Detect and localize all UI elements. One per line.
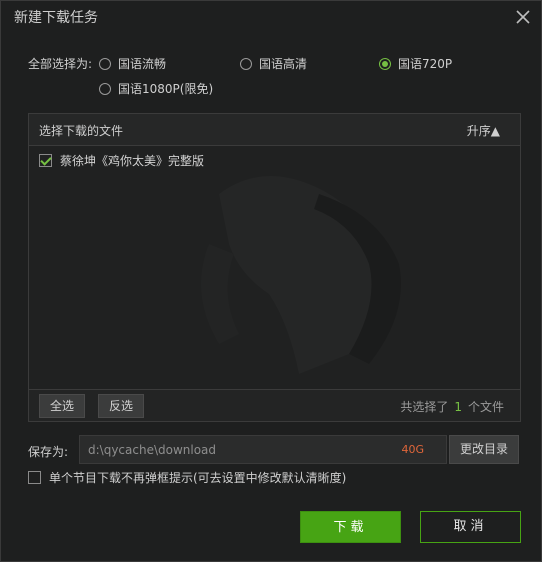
radio-label: 国语高清 [259, 57, 308, 71]
download-button[interactable]: 下载 [300, 511, 401, 543]
radio-quality-720p[interactable]: 国语720P [379, 55, 452, 72]
download-dialog: 新建下载任务 全部选择为: 国语流畅 国语高清 国语720P 国语1080P(限… [0, 0, 542, 562]
radio-dot-selected [379, 57, 391, 70]
file-list-panel: 选择下载的文件 升序▲ 蔡徐坤《鸡你太美》完整版 全选 反选 共选择了 1 个文件 [28, 113, 521, 422]
radio-label: 国语流畅 [118, 57, 167, 71]
cancel-button[interactable]: 取消 [420, 511, 521, 543]
radio-dot [240, 57, 252, 70]
close-icon[interactable] [513, 7, 533, 27]
radio-quality-hd[interactable]: 国语高清 [240, 55, 307, 72]
quality-label: 全部选择为: [28, 57, 93, 71]
selection-count: 共选择了 1 个文件 [400, 398, 504, 415]
file-item-label: 蔡徐坤《鸡你太美》完整版 [60, 154, 205, 168]
change-directory-button[interactable]: 更改目录 [449, 435, 519, 464]
select-all-button[interactable]: 全选 [39, 394, 86, 418]
dialog-title: 新建下载任务 [14, 10, 98, 26]
radio-label: 国语1080P(限免) [118, 82, 214, 96]
selection-prefix: 共选择了 [400, 400, 449, 414]
radio-quality-1080p[interactable]: 国语1080P(限免) [99, 80, 213, 97]
no-popup-option[interactable]: 单个节目下载不再弹框提示(可去设置中修改默认清晰度) [28, 469, 346, 486]
no-popup-label: 单个节目下载不再弹框提示(可去设置中修改默认清晰度) [49, 471, 347, 485]
no-popup-checkbox[interactable] [28, 471, 41, 484]
selection-suffix: 个文件 [467, 400, 504, 414]
background-figure-image [201, 176, 401, 374]
file-list-item[interactable]: 蔡徐坤《鸡你太美》完整版 [39, 152, 204, 169]
save-path-value: d:\qycache\download [88, 443, 217, 457]
invert-selection-button[interactable]: 反选 [98, 394, 145, 418]
free-space-value: 40G [401, 443, 424, 456]
file-list-title: 选择下载的文件 [39, 124, 124, 138]
save-path-label: 保存为: [28, 445, 69, 459]
file-list-header: 选择下载的文件 升序▲ [29, 114, 520, 146]
save-path-field[interactable]: d:\qycache\download 40G [79, 435, 447, 464]
radio-dot [99, 57, 111, 70]
selection-number: 1 [454, 400, 462, 414]
sort-ascending-button[interactable]: 升序▲ [467, 122, 500, 139]
file-checkbox[interactable] [39, 154, 52, 167]
radio-dot [99, 82, 111, 95]
file-list-footer: 全选 反选 共选择了 1 个文件 [29, 389, 520, 421]
radio-label: 国语720P [398, 57, 453, 71]
radio-quality-smooth[interactable]: 国语流畅 [99, 55, 166, 72]
